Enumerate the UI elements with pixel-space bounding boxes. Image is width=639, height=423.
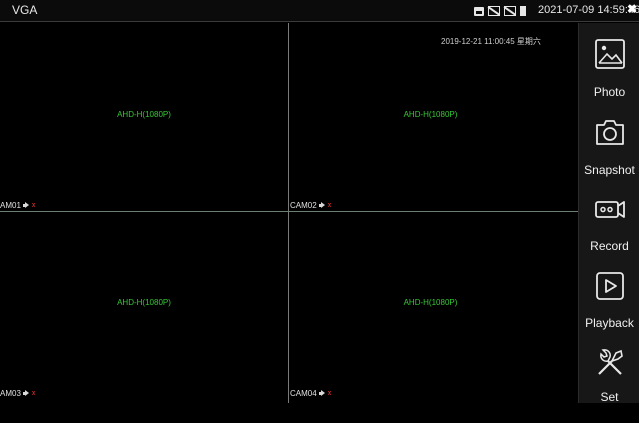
camera-label: CAM02 x <box>290 201 332 210</box>
photo-label: Photo <box>593 85 626 99</box>
signal-format-label: AHD-H(1080P) <box>117 298 171 307</box>
video-channel-2[interactable]: AHD-H(1080P) CAM02 x <box>289 23 578 211</box>
speaker-muted-icon <box>318 202 328 209</box>
speaker-muted-icon <box>22 390 32 397</box>
status-bar: VGA 2021-07-09 14:59:46 ✖ <box>0 0 639 22</box>
action-sidebar: Photo Snapshot Record Playback Set <box>578 23 639 404</box>
record-icon <box>595 201 625 218</box>
playback-button[interactable]: Playback <box>579 270 639 346</box>
snapshot-button[interactable]: Snapshot <box>579 116 639 192</box>
play-icon <box>596 272 624 300</box>
display-off-icon <box>488 6 500 16</box>
camera-label: AM03 x <box>0 389 36 398</box>
camera-icon <box>596 120 624 145</box>
camera-name: CAM04 <box>290 389 317 398</box>
video-grid[interactable]: 2019-12-21 11:00:45 星期六 AHD-H(1080P) AM0… <box>0 23 578 403</box>
camera-label: CAM04 x <box>290 389 332 398</box>
system-clock: 2021-07-09 14:59:46 <box>538 4 639 16</box>
set-button[interactable]: Set <box>579 347 639 423</box>
camera-name: AM01 <box>0 201 21 210</box>
display-off-icon <box>504 6 516 16</box>
record-label: Record <box>590 239 629 253</box>
photo-icon <box>595 39 625 69</box>
tools-icon <box>598 349 623 375</box>
playback-label: Playback <box>585 316 634 330</box>
record-button[interactable]: Record <box>579 193 639 269</box>
camera-name: CAM02 <box>290 201 317 210</box>
video-channel-4[interactable]: AHD-H(1080P) CAM04 x <box>289 212 578 403</box>
signal-format-label: AHD-H(1080P) <box>403 110 458 119</box>
close-icon[interactable]: ✖ <box>627 2 637 16</box>
camera-name: AM03 <box>0 389 21 398</box>
speaker-muted-icon <box>318 390 328 397</box>
photo-button[interactable]: Photo <box>579 38 639 114</box>
video-channel-1[interactable]: AHD-H(1080P) AM01 x <box>0 23 288 211</box>
set-label: Set <box>600 390 619 404</box>
status-icons <box>474 4 526 18</box>
snapshot-label: Snapshot <box>584 163 635 177</box>
signal-format-label: AHD-H(1080P) <box>117 110 171 119</box>
signal-format-label: AHD-H(1080P) <box>403 298 458 307</box>
video-mode-title: VGA <box>12 3 38 17</box>
camera-label: AM01 x <box>0 201 36 210</box>
image-icon <box>474 6 484 16</box>
video-channel-3[interactable]: AHD-H(1080P) AM03 x <box>0 212 288 403</box>
battery-icon <box>520 6 526 16</box>
speaker-muted-icon <box>22 202 32 209</box>
